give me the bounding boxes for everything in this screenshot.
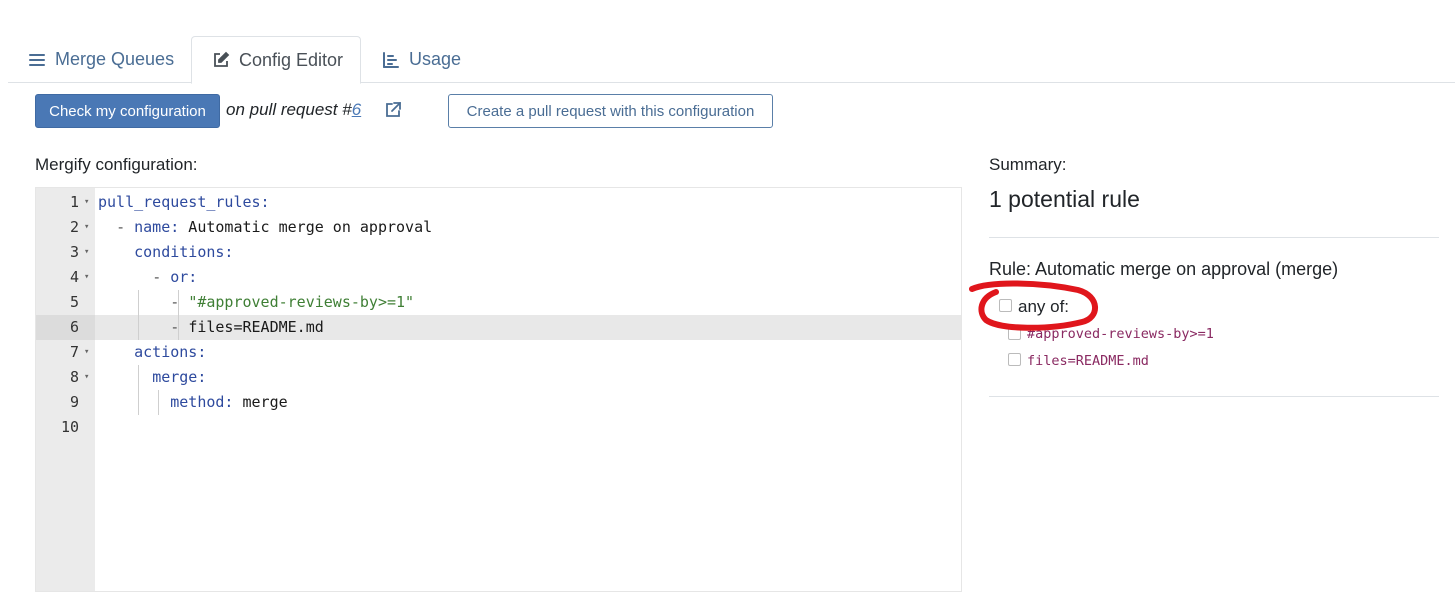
fold-arrow-icon[interactable]: ▾ <box>84 365 89 390</box>
line-number: 5 <box>69 293 79 311</box>
yaml-key: actions: <box>134 343 207 361</box>
tab-bar: Merge Queues Config Editor Usage <box>8 36 1455 84</box>
summary-label: Summary: <box>989 155 1067 174</box>
code-line: 4 ▾ - or: <box>36 265 961 290</box>
yaml-value: Automatic merge on approval <box>179 218 433 236</box>
tab-label: Config Editor <box>239 49 344 70</box>
indent-guide <box>138 365 139 415</box>
code-line: 7 ▾ actions: <box>36 340 961 365</box>
yaml-value: merge <box>233 393 288 411</box>
divider <box>989 396 1439 397</box>
yaml-dash: - <box>116 218 135 236</box>
fold-arrow-icon[interactable]: ▾ <box>84 265 89 290</box>
yaml-dash: - <box>170 293 189 311</box>
rule-title: Rule: Automatic merge on approval (merge… <box>989 259 1339 279</box>
yaml-dash: - <box>152 268 171 286</box>
condition-approved-reviews: #approved-reviews-by>=1 <box>1027 326 1214 342</box>
code-line: 8 ▾ merge: <box>36 365 961 390</box>
yaml-key: name: <box>134 218 180 236</box>
yaml-value: files=README.md <box>188 318 324 336</box>
config-label: Mergify configuration: <box>35 155 198 174</box>
fold-arrow-icon[interactable]: ▾ <box>84 240 89 265</box>
pr-number-link[interactable]: 6 <box>352 100 361 119</box>
code-line: 1 ▾ pull_request_rules: <box>36 190 961 215</box>
tab-config-editor[interactable]: Config Editor <box>191 36 361 84</box>
tab-label: Usage <box>409 49 462 69</box>
any-of-checkbox[interactable] <box>999 299 1012 312</box>
code-line: 2 ▾ - name: Automatic merge on approval <box>36 215 961 240</box>
indent-guide <box>138 290 139 340</box>
yaml-key: method: <box>170 393 234 411</box>
yaml-dash: - <box>170 318 189 336</box>
indent-guide <box>178 290 179 340</box>
fold-arrow-icon[interactable]: ▾ <box>84 340 89 365</box>
yaml-key: merge: <box>152 368 207 386</box>
chart-icon <box>382 51 400 69</box>
potential-rule-count: 1 potential rule <box>989 186 1140 212</box>
fold-arrow-icon[interactable]: ▾ <box>84 190 89 215</box>
yaml-key: or: <box>170 268 198 286</box>
code-text: - or: <box>98 265 197 290</box>
yaml-key: conditions: <box>134 243 234 261</box>
code-line: 3 ▾ conditions: <box>36 240 961 265</box>
code-line: 5 - "#approved-reviews-by>=1" <box>36 290 961 315</box>
any-of-label: any of: <box>1018 297 1070 316</box>
code-text: merge: <box>98 365 206 390</box>
tab-usage[interactable]: Usage <box>382 36 461 83</box>
code-text: pull_request_rules: <box>98 190 270 215</box>
list-icon <box>28 51 46 69</box>
edit-icon <box>212 51 230 69</box>
code-text: method: merge <box>98 390 288 415</box>
tab-label: Merge Queues <box>55 49 175 69</box>
divider <box>989 237 1439 238</box>
tab-merge-queues[interactable]: Merge Queues <box>28 36 174 83</box>
code-text: conditions: <box>98 240 233 265</box>
condition-files-readme: files=README.md <box>1027 353 1149 369</box>
pr-prefix: on pull request # <box>226 100 352 119</box>
external-link-icon[interactable] <box>384 101 402 119</box>
fold-arrow-icon[interactable]: ▾ <box>84 215 89 240</box>
code-line: 10 <box>36 415 961 440</box>
yaml-key: pull_request_rules: <box>98 193 270 211</box>
code-line: 9 method: merge <box>36 390 961 415</box>
indent-guide <box>158 390 159 415</box>
condition-checkbox[interactable] <box>1008 353 1021 366</box>
create-pull-request-button[interactable]: Create a pull request with this configur… <box>448 94 773 128</box>
yaml-string: "#approved-reviews-by>=1" <box>188 293 415 311</box>
check-configuration-button[interactable]: Check my configuration <box>35 94 220 128</box>
code-text: - name: Automatic merge on approval <box>98 215 432 240</box>
line-number: 9 <box>69 393 79 411</box>
code-line-active: 6 - files=README.md <box>36 315 961 340</box>
code-editor[interactable]: 1 ▾ pull_request_rules: 2 ▾ - name: Automa… <box>35 187 962 592</box>
line-number: 10 <box>60 418 79 436</box>
code-text: actions: <box>98 340 206 365</box>
line-number: 6 <box>36 315 95 340</box>
pull-request-reference: on pull request #6 <box>226 100 361 120</box>
code-text: - "#approved-reviews-by>=1" <box>98 290 414 315</box>
code-text: - files=README.md <box>98 315 324 340</box>
condition-checkbox[interactable] <box>1008 327 1021 340</box>
